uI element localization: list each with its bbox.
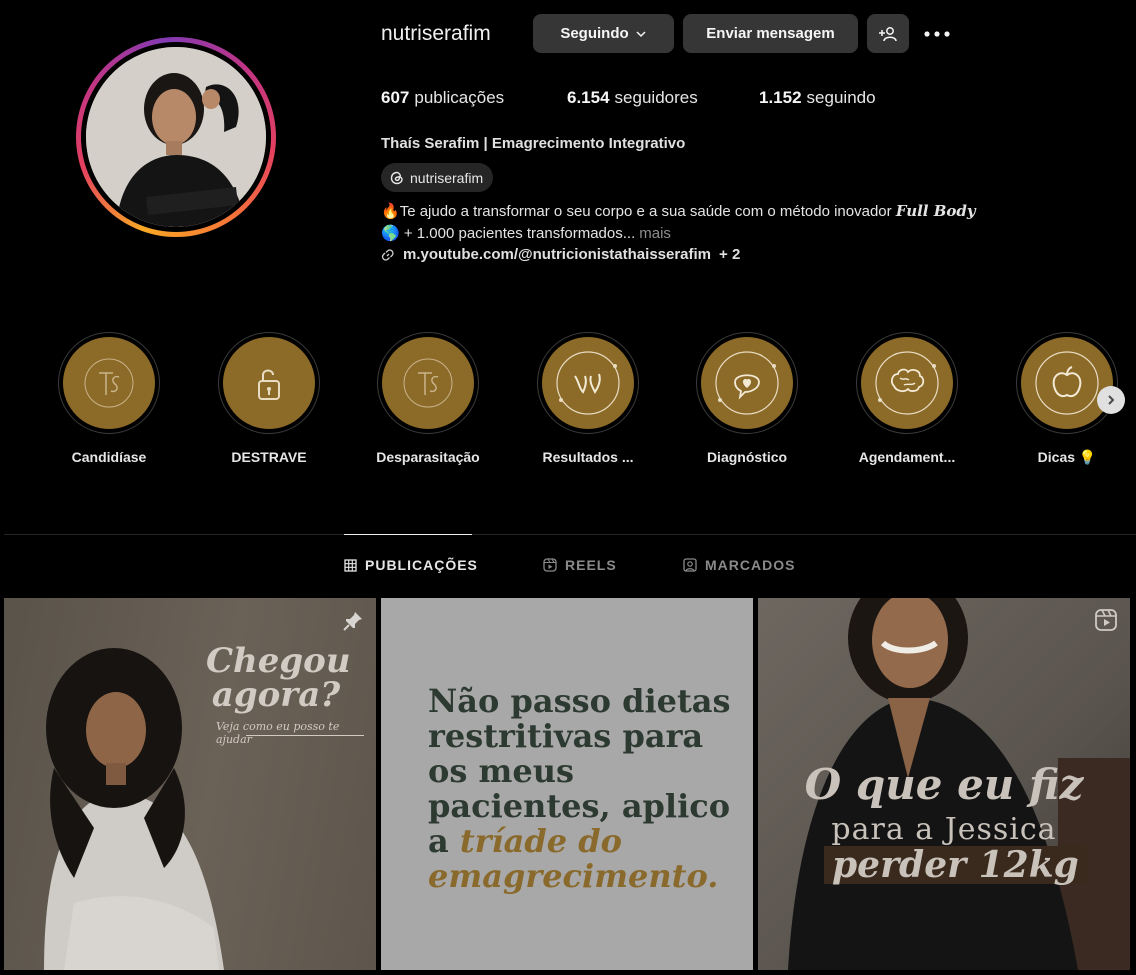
chevron-right-icon xyxy=(1108,395,1115,405)
reels-icon xyxy=(543,558,557,572)
following-count: 1.152 xyxy=(759,88,802,107)
highlight-candidiase[interactable]: Candidíase xyxy=(29,332,189,465)
post-title-line2: agora? xyxy=(211,675,341,715)
story-highlights: Candidíase DESTRAVE Desparasitação Resul… xyxy=(0,332,1136,472)
heart-chat-icon xyxy=(715,351,779,415)
profile-link[interactable]: m.youtube.com/@nutricionistathaisserafim… xyxy=(381,246,740,263)
bio-more-link[interactable]: mais xyxy=(639,225,671,242)
profile-link-extra: + 2 xyxy=(719,246,741,263)
tab-posts-label: PUBLICAÇÕES xyxy=(365,557,478,573)
followers-count: 6.154 xyxy=(567,88,610,107)
stat-following[interactable]: 1.152 seguindo xyxy=(759,88,876,108)
post-title-line3: perder 12kg xyxy=(824,846,1087,884)
highlight-desparasitacao[interactable]: Desparasitação xyxy=(348,332,508,465)
following-label: seguindo xyxy=(806,88,876,107)
avatar-portrait-icon xyxy=(86,47,266,227)
post-quote-gold: tríade do emagrecimento. xyxy=(428,822,719,895)
bio-line-2-text: + 1.000 pacientes transformados... xyxy=(399,225,636,242)
followers-label: seguidores xyxy=(614,88,698,107)
avatar-photo xyxy=(86,47,266,227)
post-title-line1: Chegou xyxy=(206,641,351,681)
add-person-icon xyxy=(879,26,897,41)
active-tab-indicator xyxy=(344,534,472,535)
highlight-label: Desparasitação xyxy=(376,449,480,465)
tab-reels[interactable]: REELS xyxy=(543,557,617,573)
fire-emoji: 🔥 xyxy=(381,203,400,220)
reel-badge xyxy=(1094,608,1118,637)
post-quote: Não passo dietas restritivas para os meu… xyxy=(428,684,738,894)
bio-line-1-emphasis: Full Body xyxy=(895,202,976,220)
post-tile[interactable]: Não passo dietas restritivas para os meu… xyxy=(381,598,753,970)
posts-count: 607 xyxy=(381,88,410,107)
arrow-line xyxy=(246,735,364,736)
send-message-label: Enviar mensagem xyxy=(706,25,835,42)
following-button-label: Seguindo xyxy=(560,25,629,42)
pinned-icon xyxy=(342,610,364,637)
tabs-divider xyxy=(4,534,1136,535)
reels-icon xyxy=(1095,609,1117,631)
highlight-label: Resultados ... xyxy=(542,449,634,465)
brain-icon xyxy=(875,351,939,415)
tab-tagged[interactable]: MARCADOS xyxy=(683,557,795,573)
post-tile[interactable]: O que eu fiz para a Jessica perder 12kg xyxy=(758,598,1130,970)
stat-followers[interactable]: 6.154 seguidores xyxy=(567,88,698,108)
more-options-button[interactable] xyxy=(921,18,953,50)
bio-line-1-text: Te ajudo a transformar o seu corpo e a s… xyxy=(399,203,896,220)
unlock-icon xyxy=(258,369,280,400)
highlight-agendamento[interactable]: Agendament... xyxy=(827,332,987,465)
threads-icon xyxy=(390,171,403,184)
bio-line-2: 🌎 + 1.000 pacientes transformados... mais xyxy=(381,224,671,242)
suggested-accounts-button[interactable] xyxy=(867,14,909,53)
profile-username: nutriserafim xyxy=(381,22,491,45)
grid-icon xyxy=(344,558,357,572)
tab-posts[interactable]: PUBLICAÇÕES xyxy=(344,557,478,573)
send-message-button[interactable]: Enviar mensagem xyxy=(683,14,858,53)
bio-line-1: 🔥Te ajudo a transformar o seu corpo e a … xyxy=(381,202,976,220)
body-outline-icon xyxy=(556,351,620,415)
profile-full-name: Thaís Serafim | Emagrecimento Integrativ… xyxy=(381,135,686,152)
post-tile[interactable]: Chegou agora? Veja como eu posso te ajud… xyxy=(4,598,376,970)
highlight-label: Agendament... xyxy=(858,449,956,465)
post-title-line1: O que eu fiz xyxy=(804,760,1084,809)
apple-icon xyxy=(1035,351,1099,415)
threads-handle: nutriserafim xyxy=(410,169,484,186)
following-button[interactable]: Seguindo xyxy=(533,14,674,53)
ts-logo-icon xyxy=(84,358,134,408)
tagged-icon xyxy=(683,558,697,572)
posts-label: publicações xyxy=(414,88,505,107)
tab-reels-label: REELS xyxy=(565,557,617,573)
tab-tagged-label: MARCADOS xyxy=(705,557,796,573)
highlights-next-button[interactable] xyxy=(1097,386,1125,414)
profile-link-url: m.youtube.com/@nutricionistathaisserafim xyxy=(403,246,712,263)
highlight-label: DESTRAVE xyxy=(231,449,307,465)
globe-emoji: 🌎 xyxy=(381,225,400,242)
ellipsis-icon xyxy=(924,31,950,37)
chevron-down-icon xyxy=(636,30,646,37)
post-subtitle: Veja como eu posso te ajudar xyxy=(216,720,340,746)
highlight-destrave[interactable]: DESTRAVE xyxy=(189,332,349,465)
profile-avatar[interactable] xyxy=(76,37,276,237)
post-title-line2: para a Jessica xyxy=(831,812,1057,847)
highlight-diagnostico[interactable]: Diagnóstico xyxy=(667,332,827,465)
stat-posts: 607 publicações xyxy=(381,88,504,108)
link-icon xyxy=(381,248,394,261)
highlight-label: Diagnóstico xyxy=(706,449,788,465)
post-title: Chegou agora? xyxy=(206,641,351,715)
ts-logo-icon xyxy=(403,358,453,408)
pin-icon xyxy=(343,612,362,631)
highlight-label: Dicas 💡 xyxy=(1037,449,1097,465)
highlight-label: Candidíase xyxy=(71,449,147,465)
threads-badge[interactable]: nutriserafim xyxy=(381,163,494,192)
highlight-resultados[interactable]: Resultados ... xyxy=(508,332,668,465)
